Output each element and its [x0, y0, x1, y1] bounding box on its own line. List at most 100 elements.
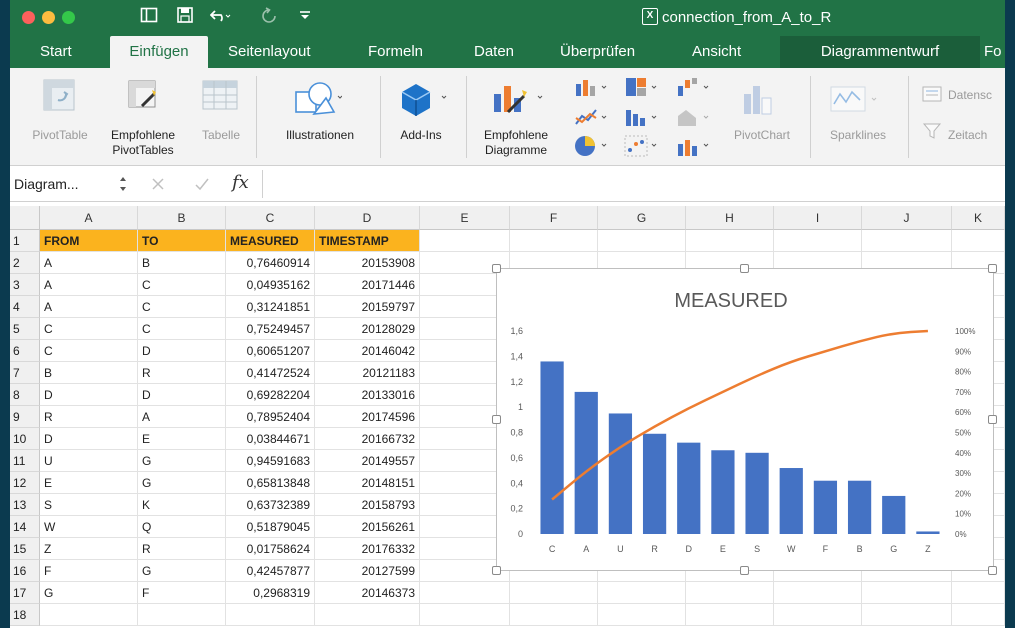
- tab-formeln[interactable]: Formeln: [360, 36, 431, 68]
- table-cell[interactable]: W: [40, 516, 138, 538]
- table-cell[interactable]: 20171446: [315, 274, 420, 296]
- timeline-icon[interactable]: [922, 122, 942, 143]
- column-header-j[interactable]: J: [862, 206, 952, 230]
- scatter-chart-icon[interactable]: [624, 134, 660, 161]
- chart-resize-handle[interactable]: [988, 415, 997, 424]
- cell[interactable]: [774, 582, 862, 604]
- row-header-7[interactable]: 7: [10, 362, 40, 384]
- table-header-cell[interactable]: TO: [138, 230, 226, 252]
- table-cell[interactable]: G: [138, 472, 226, 494]
- table-cell[interactable]: 20166732: [315, 428, 420, 450]
- chart-resize-handle[interactable]: [988, 566, 997, 575]
- addins-label[interactable]: Add-Ins: [386, 128, 456, 142]
- tab-einfuegen[interactable]: Einfügen: [110, 36, 208, 68]
- row-header-16[interactable]: 16: [10, 560, 40, 582]
- table-cell[interactable]: 20174596: [315, 406, 420, 428]
- row-header-9[interactable]: 9: [10, 406, 40, 428]
- cell[interactable]: [420, 604, 510, 626]
- statistic-chart-icon[interactable]: [624, 106, 660, 131]
- chart-resize-handle[interactable]: [740, 566, 749, 575]
- table-cell[interactable]: 20149557: [315, 450, 420, 472]
- chart-resize-handle[interactable]: [492, 264, 501, 273]
- undo-icon[interactable]: [209, 6, 232, 29]
- row-header-12[interactable]: 12: [10, 472, 40, 494]
- save-icon[interactable]: [176, 6, 194, 29]
- table-cell[interactable]: A: [40, 274, 138, 296]
- addins-icon[interactable]: [396, 78, 448, 121]
- pivottable-icon[interactable]: [42, 78, 76, 115]
- pivottable-label[interactable]: PivotTable: [20, 128, 100, 142]
- row-header-15[interactable]: 15: [10, 538, 40, 560]
- table-cell[interactable]: C: [138, 318, 226, 340]
- cell[interactable]: [774, 604, 862, 626]
- tab-start[interactable]: Start: [32, 36, 80, 68]
- table-cell[interactable]: 20176332: [315, 538, 420, 560]
- table-cell[interactable]: D: [138, 384, 226, 406]
- cell[interactable]: [686, 582, 774, 604]
- sparklines-label[interactable]: Sparklines: [816, 128, 900, 142]
- column-header-g[interactable]: G: [598, 206, 686, 230]
- row-header-11[interactable]: 11: [10, 450, 40, 472]
- table-cell[interactable]: 20133016: [315, 384, 420, 406]
- table-header-cell[interactable]: FROM: [40, 230, 138, 252]
- table-cell[interactable]: 20121183: [315, 362, 420, 384]
- cell[interactable]: [315, 604, 420, 626]
- table-cell[interactable]: 0,01758624: [226, 538, 315, 560]
- recommended-charts-label-2[interactable]: Diagramme: [472, 143, 560, 157]
- recommended-pivottables-label-1[interactable]: Empfohlene: [100, 128, 186, 142]
- table-cell[interactable]: 20128029: [315, 318, 420, 340]
- row-header-8[interactable]: 8: [10, 384, 40, 406]
- cell[interactable]: [862, 582, 952, 604]
- cell[interactable]: [40, 604, 138, 626]
- table-cell[interactable]: C: [40, 340, 138, 362]
- cell[interactable]: [420, 230, 510, 252]
- table-cell[interactable]: 20148151: [315, 472, 420, 494]
- table-cell[interactable]: D: [40, 428, 138, 450]
- recommended-charts-label-1[interactable]: Empfohlene: [472, 128, 560, 142]
- table-header-cell[interactable]: MEASURED: [226, 230, 315, 252]
- table-cell[interactable]: 0,65813848: [226, 472, 315, 494]
- redo-icon[interactable]: [260, 6, 278, 29]
- confirm-entry-icon[interactable]: [194, 176, 210, 195]
- tab-seitenlayout[interactable]: Seitenlayout: [220, 36, 319, 68]
- row-header-18[interactable]: 18: [10, 604, 40, 626]
- table-cell[interactable]: C: [40, 318, 138, 340]
- table-cell[interactable]: A: [40, 252, 138, 274]
- table-cell[interactable]: 0,60651207: [226, 340, 315, 362]
- table-cell[interactable]: 0,2968319: [226, 582, 315, 604]
- chart-resize-handle[interactable]: [492, 415, 501, 424]
- table-cell[interactable]: B: [40, 362, 138, 384]
- insert-function-icon[interactable]: fx: [232, 172, 249, 193]
- row-header-17[interactable]: 17: [10, 582, 40, 604]
- table-cell[interactable]: A: [138, 406, 226, 428]
- maximize-window-button[interactable]: [62, 11, 75, 24]
- table-cell[interactable]: Q: [138, 516, 226, 538]
- table-cell[interactable]: 20153908: [315, 252, 420, 274]
- table-cell[interactable]: E: [138, 428, 226, 450]
- pareto-chart[interactable]: MEASURED 0 0,2 0,4 0,6 0,8 1 1,2 1,4 1,6 0% 10% 20%…: [496, 268, 994, 571]
- select-all-corner[interactable]: [10, 206, 40, 230]
- table-cell[interactable]: U: [40, 450, 138, 472]
- chart-resize-handle[interactable]: [492, 566, 501, 575]
- column-header-k[interactable]: K: [952, 206, 1005, 230]
- minimize-window-button[interactable]: [42, 11, 55, 24]
- table-cell[interactable]: 0,04935162: [226, 274, 315, 296]
- table-cell[interactable]: 0,75249457: [226, 318, 315, 340]
- table-cell[interactable]: 0,03844671: [226, 428, 315, 450]
- cell[interactable]: [226, 604, 315, 626]
- cell[interactable]: [952, 604, 1005, 626]
- table-cell[interactable]: F: [40, 560, 138, 582]
- table-cell[interactable]: G: [40, 582, 138, 604]
- cell[interactable]: [952, 230, 1005, 252]
- table-cell[interactable]: 0,94591683: [226, 450, 315, 472]
- combo-chart-icon[interactable]: [676, 134, 712, 161]
- row-header-13[interactable]: 13: [10, 494, 40, 516]
- table-icon[interactable]: [202, 80, 238, 113]
- table-cell[interactable]: R: [138, 538, 226, 560]
- name-box-stepper-icon[interactable]: [118, 174, 128, 197]
- area-chart-icon[interactable]: [676, 106, 712, 131]
- column-header-i[interactable]: I: [774, 206, 862, 230]
- chart-resize-handle[interactable]: [740, 264, 749, 273]
- illustrations-icon[interactable]: [292, 78, 343, 121]
- row-header-5[interactable]: 5: [10, 318, 40, 340]
